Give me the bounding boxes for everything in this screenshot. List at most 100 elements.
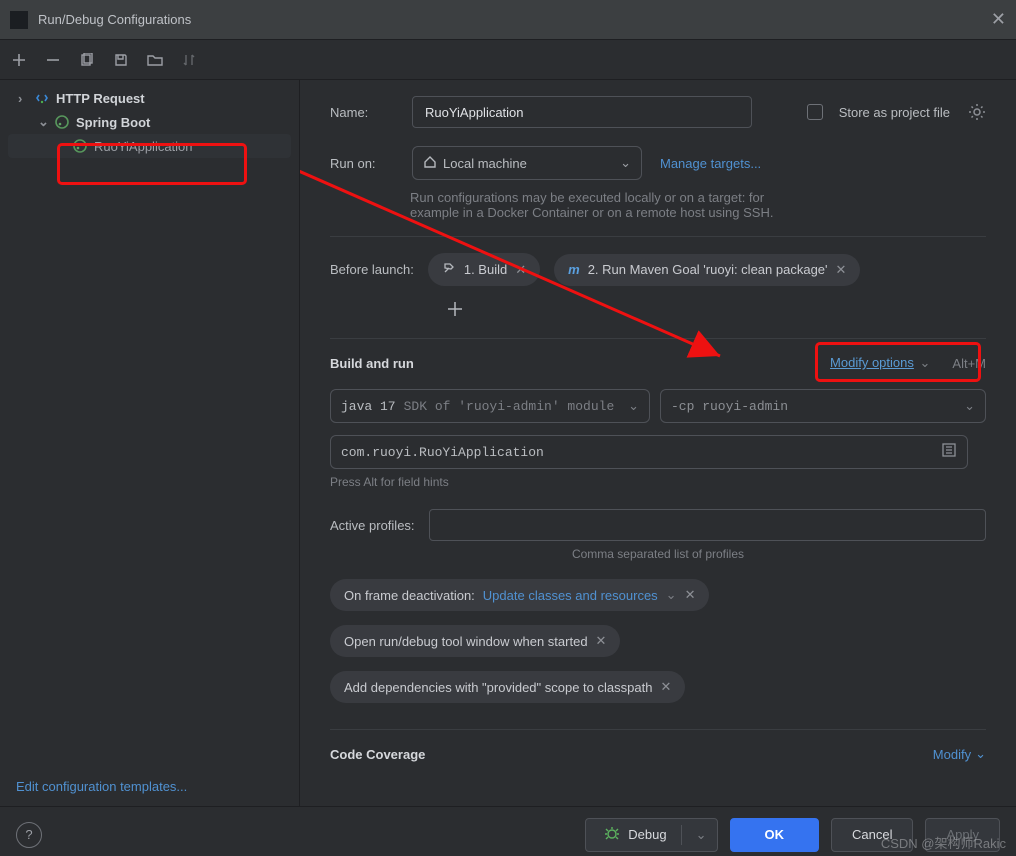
remove-icon[interactable] xyxy=(44,51,62,69)
sidebar: › HTTP Request ⌄ Spring Boot RuoYiApplic… xyxy=(0,80,300,806)
runon-row: Run on: Local machine ⌄ Manage targets..… xyxy=(330,146,986,180)
runon-desc: Run configurations may be executed local… xyxy=(410,190,986,220)
http-icon xyxy=(34,90,50,106)
debug-label: Debug xyxy=(628,827,666,842)
build-run-header: Build and run xyxy=(330,356,414,371)
before-task-build[interactable]: 1. Build ✕ xyxy=(428,253,540,286)
app-logo-icon xyxy=(10,11,28,29)
help-button[interactable]: ? xyxy=(16,822,42,848)
titlebar: Run/Debug Configurations ✕ xyxy=(0,0,1016,40)
debug-button[interactable]: Debug ⌄ xyxy=(585,818,717,852)
remove-task-build[interactable]: ✕ xyxy=(515,262,526,278)
add-before-task[interactable] xyxy=(446,300,468,322)
sdk-row: java 17 SDK of 'ruoyi-admin' module ⌄ -c… xyxy=(330,389,986,423)
runon-desc1: Run configurations may be executed local… xyxy=(410,190,986,205)
task-maven-label: 2. Run Maven Goal 'ruoyi: clean package' xyxy=(588,262,828,277)
save-icon[interactable] xyxy=(112,51,130,69)
remove-task-maven[interactable]: ✕ xyxy=(836,262,847,278)
name-input[interactable] xyxy=(423,104,741,121)
maven-icon: m xyxy=(568,262,580,277)
copy-icon[interactable] xyxy=(78,51,96,69)
options-list: On frame deactivation: Update classes an… xyxy=(330,579,986,703)
profiles-hint: Comma separated list of profiles xyxy=(330,547,986,561)
chevron-down-icon: ⌄ xyxy=(38,114,48,130)
remove-opt-frame[interactable]: ✕ xyxy=(685,587,696,603)
chevron-right-icon: › xyxy=(18,91,28,106)
runon-value: Local machine xyxy=(443,156,527,171)
chevron-down-icon: ⌄ xyxy=(964,399,975,414)
cancel-label: Cancel xyxy=(852,827,892,842)
opt-frame-deactivation[interactable]: On frame deactivation: Update classes an… xyxy=(330,579,709,611)
separator2 xyxy=(330,338,986,339)
sort-icon[interactable] xyxy=(180,51,198,69)
modify-shortcut: Alt+M xyxy=(952,356,986,371)
classpath-value: -cp ruoyi-admin xyxy=(671,399,788,414)
separator3 xyxy=(330,729,986,730)
manage-targets-link[interactable]: Manage targets... xyxy=(660,156,761,171)
edit-templates-link[interactable]: Edit configuration templates... xyxy=(16,779,187,794)
name-row: Name: Store as project file xyxy=(330,96,986,128)
coverage-header: Code Coverage xyxy=(330,747,425,762)
apply-label: Apply xyxy=(946,827,979,842)
ok-label: OK xyxy=(765,827,785,842)
main-class-field[interactable]: com.ruoyi.RuoYiApplication xyxy=(330,435,968,469)
store-label: Store as project file xyxy=(839,105,950,120)
apply-button[interactable]: Apply xyxy=(925,818,1000,852)
config-toolbar xyxy=(0,40,1016,80)
main-panel: Name: Store as project file Run on: Loca… xyxy=(300,80,1016,806)
runon-desc2: example in a Docker Container or on a re… xyxy=(410,205,986,220)
footer: ? Debug ⌄ OK Cancel Apply xyxy=(0,806,1016,856)
before-task-maven[interactable]: m 2. Run Maven Goal 'ruoyi: clean packag… xyxy=(554,254,860,286)
tree-label-spring: Spring Boot xyxy=(76,115,150,130)
spring-icon xyxy=(54,114,70,130)
modify-options-link[interactable]: Modify options xyxy=(830,355,914,370)
name-field[interactable] xyxy=(412,96,752,128)
sdk-value: java 17 xyxy=(341,399,396,414)
chevron-down-icon: ⌄ xyxy=(620,155,631,171)
opt-provided-scope[interactable]: Add dependencies with "provided" scope t… xyxy=(330,671,685,703)
split-divider xyxy=(681,825,682,845)
folder-icon[interactable] xyxy=(146,51,164,69)
gear-icon[interactable] xyxy=(968,103,986,121)
chevron-down-icon: ⌄ xyxy=(666,587,677,603)
frame-value[interactable]: Update classes and resources xyxy=(483,588,658,603)
tree-item-app[interactable]: RuoYiApplication xyxy=(8,134,291,158)
classpath-dropdown[interactable]: -cp ruoyi-admin ⌄ xyxy=(660,389,986,423)
bug-icon xyxy=(604,825,620,844)
before-launch-label: Before launch: xyxy=(330,262,414,277)
hammer-icon xyxy=(442,261,456,278)
main-class-value: com.ruoyi.RuoYiApplication xyxy=(341,445,544,460)
home-icon xyxy=(423,155,437,172)
chevron-down-icon: ⌄ xyxy=(975,746,986,762)
tree-item-spring[interactable]: ⌄ Spring Boot xyxy=(4,110,295,134)
ok-button[interactable]: OK xyxy=(730,818,820,852)
chevron-down-icon: ⌄ xyxy=(920,355,931,370)
cancel-button[interactable]: Cancel xyxy=(831,818,913,852)
remove-opt-provided[interactable]: ✕ xyxy=(660,679,671,695)
add-icon[interactable] xyxy=(10,51,28,69)
runon-label: Run on: xyxy=(330,156,402,171)
profiles-field[interactable] xyxy=(429,509,986,541)
store-checkbox[interactable] xyxy=(807,104,823,120)
profiles-input[interactable] xyxy=(440,517,975,534)
coverage-modify-link[interactable]: Modify ⌄ xyxy=(933,746,986,762)
name-label: Name: xyxy=(330,105,402,120)
sdk-dropdown[interactable]: java 17 SDK of 'ruoyi-admin' module ⌄ xyxy=(330,389,650,423)
open-tool-label: Open run/debug tool window when started xyxy=(344,634,588,649)
expand-icon[interactable] xyxy=(941,442,957,462)
build-run-header-row: Build and run Modify options ⌄ Alt+M xyxy=(330,355,986,371)
dialog-title: Run/Debug Configurations xyxy=(38,12,191,27)
body: › HTTP Request ⌄ Spring Boot RuoYiApplic… xyxy=(0,80,1016,806)
chevron-down-icon: ⌄ xyxy=(628,399,639,414)
remove-opt-open-tool[interactable]: ✕ xyxy=(596,633,607,649)
sdk-suffix: SDK of 'ruoyi-admin' module xyxy=(404,399,615,414)
frame-label: On frame deactivation: xyxy=(344,588,475,603)
opt-open-tool-window[interactable]: Open run/debug tool window when started … xyxy=(330,625,620,657)
spring-app-icon xyxy=(72,138,88,154)
tree-item-http[interactable]: › HTTP Request xyxy=(4,86,295,110)
chevron-down-icon[interactable]: ⌄ xyxy=(696,827,707,843)
runon-dropdown[interactable]: Local machine ⌄ xyxy=(412,146,642,180)
profiles-row: Active profiles: xyxy=(330,509,986,541)
close-icon[interactable]: ✕ xyxy=(991,9,1006,30)
profiles-label: Active profiles: xyxy=(330,518,415,533)
